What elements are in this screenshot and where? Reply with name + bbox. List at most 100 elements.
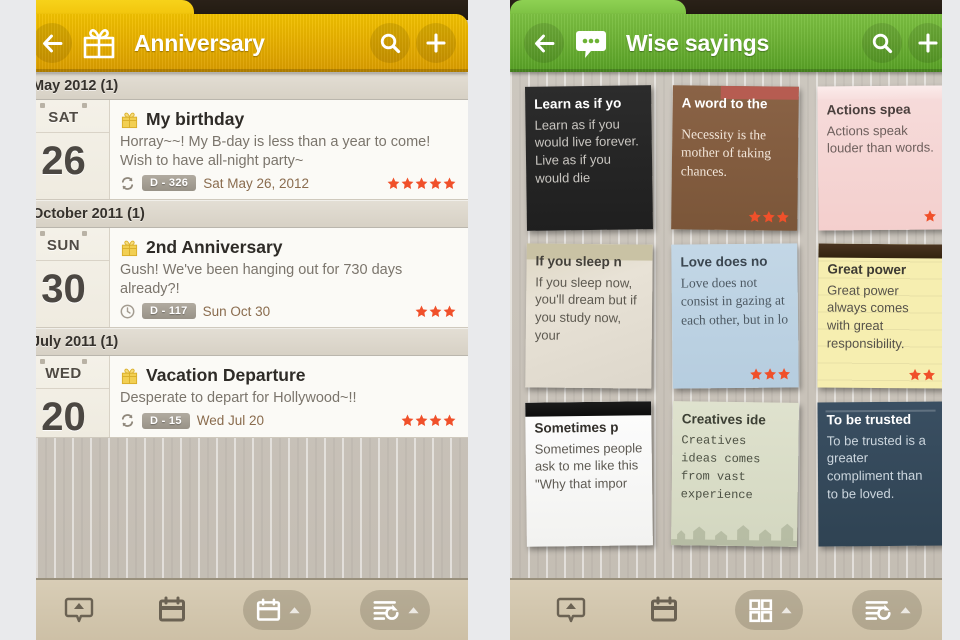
star-icon — [924, 210, 936, 222]
chevron-up-icon — [407, 607, 419, 614]
card-slot: Actions spea Actions speak louder than wo… — [808, 85, 954, 231]
anniversary-list[interactable]: May 2012 (1) SAT 26 My birthday Horray~~! My… — [18, 72, 468, 578]
star-icon — [443, 305, 456, 317]
card-slot: Creatives ide Creatives ideas comes from … — [662, 401, 808, 547]
card-body: Actions speak louder than words. — [826, 122, 934, 156]
back-button[interactable] — [32, 23, 72, 63]
star-icon — [909, 368, 921, 381]
wise-header: Wise sayings — [510, 0, 960, 72]
house-silhouette-icon — [670, 523, 798, 547]
list-item[interactable]: SAT 26 My birthday Horray~~! My B-day is le… — [18, 100, 468, 201]
wise-toolbar — [510, 578, 960, 640]
card-title: Creatives ide — [681, 411, 766, 428]
toolbar-calendar-view[interactable] — [242, 590, 311, 630]
entry-title-row: 2nd Anniversary — [120, 237, 456, 258]
card-body: Necessity is the mother of taking chance… — [680, 125, 772, 179]
list-item[interactable]: SUN 30 2nd Anniversary Gush! We've been han… — [18, 228, 468, 329]
header-bar: Anniversary — [18, 14, 468, 72]
card-slot: A word to the Necessity is the mother of … — [662, 85, 808, 231]
search-button[interactable] — [862, 23, 902, 63]
section-header: October 2011 (1) — [18, 200, 468, 229]
sort-refresh-icon — [372, 600, 399, 620]
saying-card[interactable]: If you sleep n If you sleep now, you'll d… — [525, 243, 653, 389]
saying-card[interactable]: Great power Great power always comes with… — [817, 243, 945, 389]
saying-card[interactable]: To be trusted To be trusted is a greater … — [817, 401, 945, 547]
card-body: To be trusted is a greater compliment th… — [826, 432, 926, 502]
card-top-strip — [525, 401, 652, 417]
entry-date: Wed Jul 20 — [196, 413, 265, 429]
rating-stars[interactable] — [923, 210, 936, 223]
day-of-week: SUN — [46, 237, 81, 255]
star-icon — [923, 368, 935, 381]
card-body: Great power always comes with great resp… — [826, 282, 909, 352]
entry-date: Sun Oct 30 — [202, 303, 271, 319]
star-icon — [429, 305, 442, 317]
toolbar-sort-refresh[interactable] — [359, 590, 430, 630]
day-of-week: WED — [45, 365, 82, 383]
star-icon — [776, 211, 789, 223]
anniversary-header: Anniversary — [18, 0, 468, 72]
rating-stars[interactable] — [401, 414, 456, 427]
card-title: A word to the — [681, 95, 768, 112]
back-arrow-icon — [42, 34, 62, 52]
star-icon — [443, 414, 456, 427]
toolbar-sort-refresh[interactable] — [851, 590, 922, 630]
toolbar-calendar[interactable] — [642, 590, 686, 630]
left-bezel — [18, 0, 36, 640]
card-body: Learn as if you would live forever. Live… — [534, 116, 639, 187]
card-title: Actions spea — [826, 101, 911, 118]
entry-memo: Horray~~! My B-day is less than a year t… — [120, 134, 431, 169]
search-icon — [380, 33, 401, 54]
saying-card[interactable]: Sometimes p Sometimes people ask to me li… — [525, 401, 653, 547]
search-icon — [872, 33, 893, 54]
star-icon — [415, 177, 428, 189]
chevron-up-icon — [288, 607, 300, 614]
dday-badge: D - 117 — [142, 303, 196, 320]
saying-card[interactable]: Actions spea Actions speak louder than wo… — [817, 85, 945, 231]
saying-card[interactable]: A word to the Necessity is the mother of … — [671, 85, 799, 231]
entry-footer: D - 117 Sun Oct 30 — [120, 303, 456, 320]
card-slot: To be trusted To be trusted is a greater … — [808, 401, 954, 547]
day-number: 26 — [41, 139, 86, 183]
section-header: May 2012 (1) — [18, 72, 468, 100]
calendar-icon — [158, 596, 185, 622]
add-button[interactable] — [416, 23, 456, 63]
anniversary-toolbar — [18, 578, 468, 640]
entry-memo: Desperate to depart for Hollywood~!! — [120, 390, 357, 407]
search-button[interactable] — [370, 23, 410, 63]
rating-stars[interactable] — [415, 305, 456, 318]
star-icon — [750, 368, 763, 380]
card-slot: If you sleep n If you sleep now, you'll d… — [516, 243, 662, 389]
saying-card[interactable]: Love does no Love does not consist in gaz… — [671, 243, 799, 389]
repeat-icon — [121, 414, 134, 428]
toolbar-export-bubble[interactable] — [57, 590, 101, 630]
list-item[interactable]: WED 20 Vacation Departure Desperate to depa… — [18, 356, 468, 440]
toolbar-grid-view[interactable] — [734, 590, 803, 630]
toolbar-calendar[interactable] — [150, 590, 194, 630]
saying-card[interactable]: Creatives ide Creatives ideas comes from … — [670, 401, 799, 547]
star-icon — [762, 210, 775, 223]
star-icon — [778, 368, 791, 380]
rating-stars[interactable] — [387, 177, 456, 190]
rating-stars[interactable] — [908, 368, 935, 381]
toolbar-export-bubble[interactable] — [549, 590, 593, 630]
card-slot: Learn as if yo Learn as if you would live… — [516, 85, 662, 231]
saying-card[interactable]: Learn as if yo Learn as if you would live… — [524, 85, 653, 231]
calendar-view-icon — [256, 597, 280, 621]
card-body: Creatives ideas comes from vast experien… — [680, 432, 761, 502]
card-slot: Love does no Love does not consist in gaz… — [662, 243, 808, 389]
plus-icon — [426, 33, 446, 53]
back-button[interactable] — [524, 23, 564, 63]
rating-stars[interactable] — [750, 367, 791, 380]
entry-date: Sat May 26, 2012 — [203, 175, 310, 191]
page-title: Wise sayings — [626, 29, 770, 56]
rating-stars[interactable] — [748, 210, 789, 223]
card-title: If you sleep n — [535, 253, 622, 270]
star-icon — [415, 305, 428, 317]
dday-badge: D - 326 — [142, 175, 197, 192]
day-number: 20 — [41, 395, 86, 440]
card-body: Sometimes people ask to me like this "Wh… — [534, 439, 643, 493]
wise-sayings-grid[interactable]: Learn as if yo Learn as if you would live… — [510, 72, 960, 578]
header-actions — [862, 23, 948, 63]
day-of-week: SAT — [48, 109, 79, 126]
